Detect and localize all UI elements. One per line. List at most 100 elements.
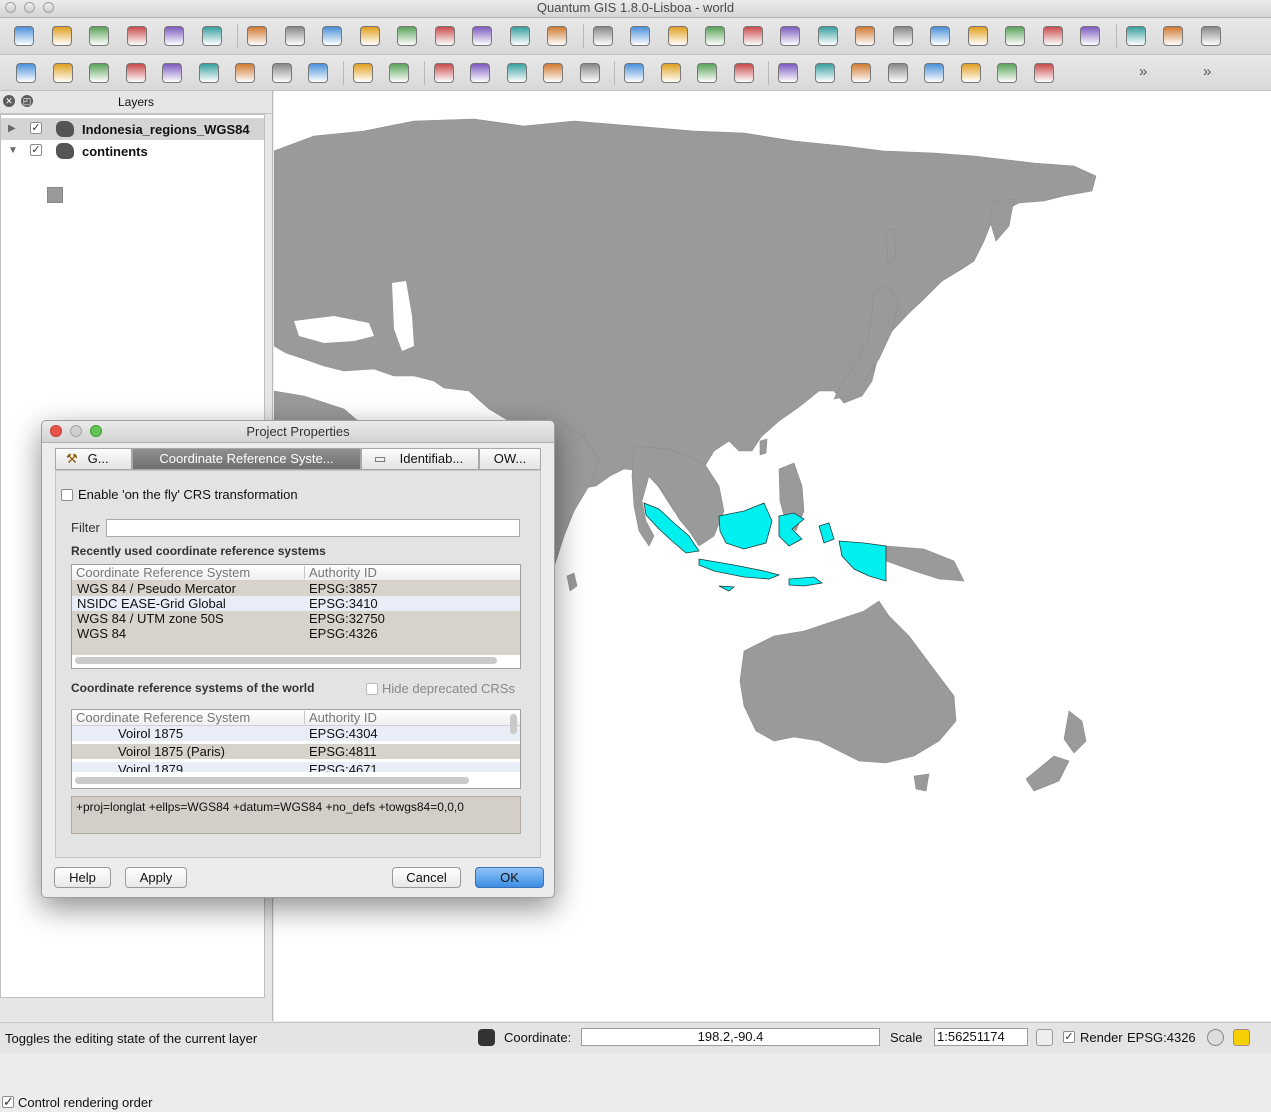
pan-to-selection-button[interactable] <box>1159 22 1187 50</box>
new-spatialite-button[interactable] <box>349 59 377 87</box>
apply-button[interactable]: Apply <box>125 867 187 888</box>
add-wms-button[interactable] <box>195 59 223 87</box>
add-ring-button[interactable] <box>701 22 729 50</box>
table-row[interactable]: WGS 84 / UTM zone 50S EPSG:32750 <box>72 611 520 626</box>
zoom-in-button[interactable] <box>1197 22 1225 50</box>
crs-status-label[interactable]: EPSG:4326 <box>1127 1030 1196 1045</box>
add-mssql-button[interactable] <box>158 59 186 87</box>
toggle-editing-button[interactable] <box>243 22 271 50</box>
crs-status-icon[interactable] <box>1207 1029 1224 1046</box>
column-header-crs[interactable]: Coordinate Reference System <box>76 710 250 725</box>
new-print-composer-button[interactable] <box>160 22 188 50</box>
pan-button[interactable] <box>1122 22 1150 50</box>
world-crs-table[interactable]: Coordinate Reference System Authority ID… <box>71 709 521 789</box>
delete-ring-button[interactable] <box>814 22 842 50</box>
save-edits-button[interactable] <box>281 22 309 50</box>
merge-attributes-button[interactable] <box>1039 22 1067 50</box>
settings-button[interactable] <box>466 59 494 87</box>
xy-button[interactable] <box>589 22 617 50</box>
expand-arrow-icon[interactable]: ▶ <box>8 123 16 134</box>
vertical-scrollbar[interactable] <box>510 714 517 734</box>
add-part-button[interactable] <box>739 22 767 50</box>
mouse-coordinate-toggle-icon[interactable] <box>478 1029 495 1046</box>
cut-features-button[interactable] <box>468 22 496 50</box>
toolbar-overflow-icon[interactable]: » <box>1139 62 1147 82</box>
tab-general[interactable]: ⚒ G... <box>55 448 132 470</box>
table-row[interactable]: Voirol 1875 (Paris) EPSG:4811 <box>72 744 520 759</box>
control-rendering-order-checkbox[interactable]: ✓ <box>2 1095 14 1108</box>
new-bookmark-button[interactable] <box>693 59 721 87</box>
print-button[interactable] <box>198 22 226 50</box>
layer-item-indonesia[interactable]: ▶ ✓ Indonesia_regions_WGS84 <box>1 118 264 140</box>
python-plugin-button[interactable] <box>957 59 985 87</box>
select-button[interactable] <box>503 59 531 87</box>
stop-rendering-icon[interactable] <box>1036 1029 1053 1046</box>
undo-button[interactable] <box>626 22 654 50</box>
merge-features-button[interactable] <box>1001 22 1029 50</box>
show-bookmarks-button[interactable] <box>730 59 758 87</box>
table-row[interactable]: WGS 84 EPSG:4326 <box>72 626 520 641</box>
toolbar-overflow-icon-2[interactable]: » <box>1203 62 1211 82</box>
enable-otf-checkbox[interactable] <box>61 489 73 501</box>
tab-crs[interactable]: Coordinate Reference Syste... <box>132 448 361 470</box>
deselect-button[interactable] <box>539 59 567 87</box>
open-project-button[interactable] <box>48 22 76 50</box>
add-wfs-button[interactable] <box>231 59 259 87</box>
map-tips-button[interactable] <box>657 59 685 87</box>
warning-icon[interactable] <box>1233 1029 1250 1046</box>
delete-selected-button[interactable] <box>431 22 459 50</box>
add-spatialite-button[interactable] <box>122 59 150 87</box>
text-annotation-button[interactable] <box>774 59 802 87</box>
help-button[interactable]: Help <box>54 867 111 888</box>
open-attribute-table-button[interactable] <box>576 59 604 87</box>
control-rendering-order[interactable]: ✓ Control rendering order <box>0 1094 272 1112</box>
split-features-button[interactable] <box>964 22 992 50</box>
reshape-button[interactable] <box>889 22 917 50</box>
coordinate-field[interactable]: 198.2,-90.4 <box>581 1028 880 1046</box>
new-project-button[interactable] <box>10 22 38 50</box>
add-postgis-button[interactable] <box>85 59 113 87</box>
delete-part-button[interactable] <box>851 22 879 50</box>
table-row[interactable]: NSIDC EASE-Grid Global EPSG:3410 <box>72 596 520 611</box>
cancel-button[interactable]: Cancel <box>392 867 461 888</box>
add-vector-layer-button[interactable] <box>12 59 40 87</box>
scale-combo[interactable]: 1:56251174 <box>934 1028 1028 1046</box>
legend-symbol-swatch[interactable] <box>47 187 63 203</box>
filter-input[interactable] <box>106 519 520 537</box>
layer-item-continents[interactable]: ▼ ✓ continents <box>1 140 264 162</box>
collapse-arrow-icon[interactable]: ▼ <box>8 145 18 156</box>
pin-label-button[interactable] <box>847 59 875 87</box>
hide-deprecated-checkbox[interactable] <box>366 683 378 695</box>
georeferencer-button[interactable] <box>993 59 1021 87</box>
identify-button[interactable] <box>430 59 458 87</box>
add-raster-layer-button[interactable] <box>49 59 77 87</box>
render-checkbox[interactable]: ✓ <box>1063 1031 1075 1043</box>
node-tool-button[interactable] <box>393 22 421 50</box>
horizontal-scrollbar[interactable] <box>75 657 497 664</box>
column-header-authority[interactable]: Authority ID <box>309 565 377 580</box>
save-project-button[interactable] <box>85 22 113 50</box>
tab-identifiable[interactable]: ▭ Identifiab... <box>361 448 479 470</box>
raster-button[interactable] <box>1030 59 1058 87</box>
paste-features-button[interactable] <box>543 22 571 50</box>
layer-visibility-checkbox[interactable]: ✓ <box>30 122 42 134</box>
save-as-button[interactable] <box>123 22 151 50</box>
rotate-label-button[interactable] <box>884 59 912 87</box>
gps-button[interactable] <box>385 59 413 87</box>
simplify-button[interactable] <box>776 22 804 50</box>
column-header-crs[interactable]: Coordinate Reference System <box>76 565 250 580</box>
layer-visibility-checkbox[interactable]: ✓ <box>30 144 42 156</box>
ok-button[interactable]: OK <box>475 867 544 888</box>
recent-crs-table[interactable]: Coordinate Reference System Authority ID… <box>71 564 521 669</box>
offset-curve-button[interactable] <box>926 22 954 50</box>
redo-button[interactable] <box>664 22 692 50</box>
table-row[interactable]: Voirol 1879 EPSG:4671 <box>72 762 520 772</box>
remove-layer-button[interactable] <box>304 59 332 87</box>
tab-ows[interactable]: OW... <box>479 448 541 470</box>
table-row[interactable]: Voirol 1875 EPSG:4304 <box>72 726 520 741</box>
move-feature-button[interactable] <box>356 22 384 50</box>
label-button[interactable] <box>811 59 839 87</box>
rotate-point-button[interactable] <box>1076 22 1104 50</box>
horizontal-scrollbar[interactable] <box>75 777 469 784</box>
new-shapefile-button[interactable] <box>268 59 296 87</box>
